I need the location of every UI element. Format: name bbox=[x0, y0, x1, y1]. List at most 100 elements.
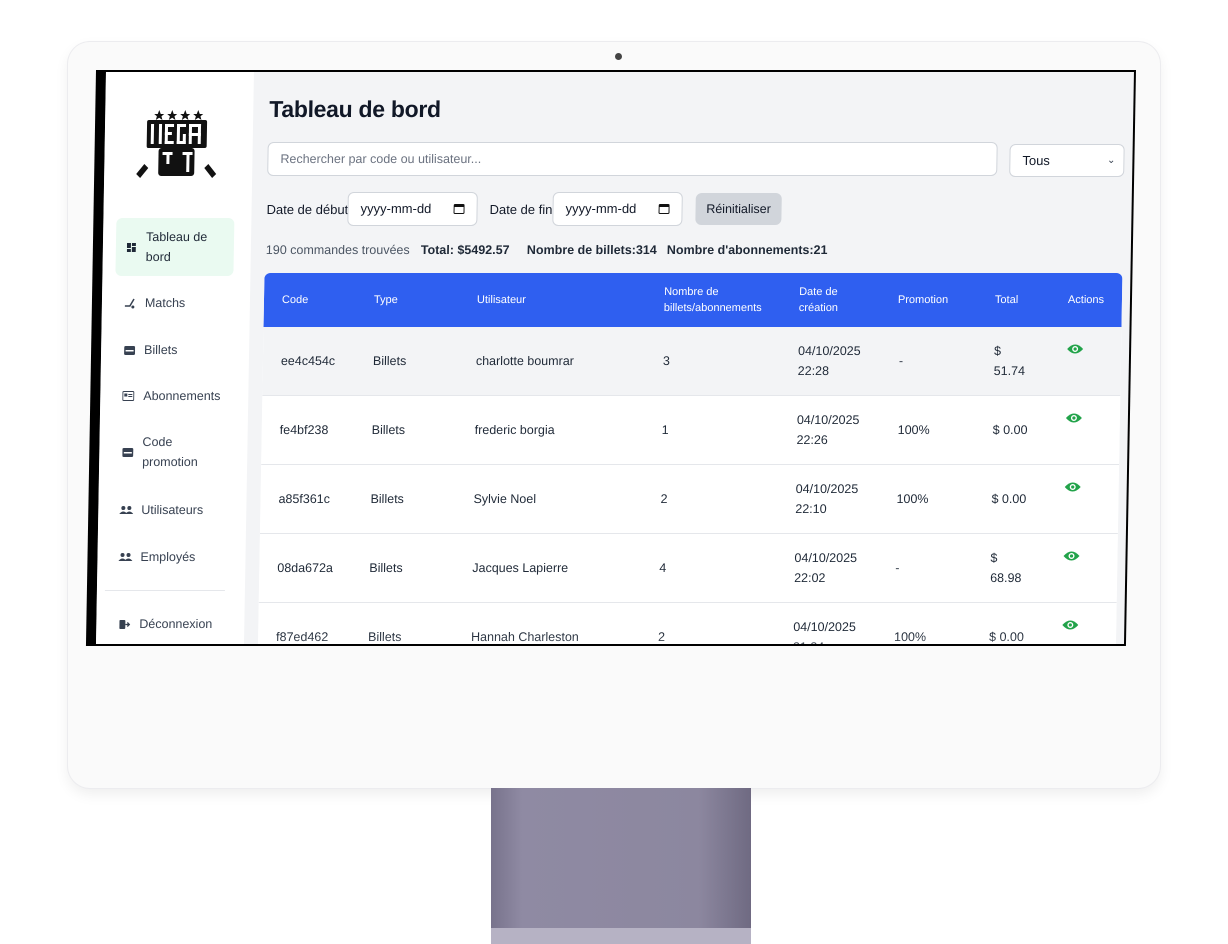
sidebar-item-code-promotion[interactable]: Code promotion bbox=[112, 430, 231, 474]
cell-promotion: - bbox=[895, 561, 900, 575]
table-row[interactable]: 08da672a Billets Jacques Lapierre 4 04/1… bbox=[258, 534, 1118, 603]
logout-button[interactable]: Déconnexion bbox=[109, 613, 227, 635]
end-date-input[interactable]: yyyy-mm-dd bbox=[552, 192, 683, 226]
cell-promotion: 100% bbox=[893, 630, 927, 644]
sidebar-item-employes[interactable]: Employés bbox=[110, 546, 228, 568]
logout-icon bbox=[117, 617, 131, 631]
cell-quantity: 4 bbox=[659, 561, 667, 575]
cell-code: a85f361c bbox=[278, 492, 331, 506]
sidebar: Tableau de bord Matchs Billets Abonnemen… bbox=[95, 72, 254, 644]
start-date-label: Date de début bbox=[266, 202, 349, 217]
start-date-value: yyyy-mm-dd bbox=[360, 201, 432, 216]
sidebar-item-utilisateurs[interactable]: Utilisateurs bbox=[111, 499, 229, 521]
sidebar-item-abonnements[interactable]: Abonnements bbox=[113, 385, 231, 407]
ticket-icon bbox=[120, 445, 134, 459]
orders-total: Total: $5492.57 bbox=[420, 243, 510, 257]
column-header-date[interactable]: Date de création bbox=[799, 273, 870, 327]
table-row[interactable]: a85f361c Billets Sylvie Noel 2 04/10/202… bbox=[259, 465, 1120, 534]
cell-user: Hannah Charleston bbox=[470, 630, 579, 644]
view-eye-icon[interactable] bbox=[1067, 343, 1084, 355]
chevron-down-icon: ⌄ bbox=[1106, 155, 1116, 166]
tickets-count: Nombre de billets:314 bbox=[526, 243, 657, 257]
sidebar-item-billets[interactable]: Billets bbox=[114, 339, 232, 361]
column-header-quantity[interactable]: Nombre de billets/abonnements bbox=[664, 273, 775, 327]
column-header-total[interactable]: Total bbox=[995, 273, 1019, 327]
cell-total: $ 0.00 bbox=[992, 423, 1028, 437]
sidebar-item-label: Utilisateurs bbox=[141, 503, 204, 517]
sidebar-item-label: Code promotion bbox=[142, 435, 198, 469]
cell-type: Billets bbox=[369, 561, 403, 575]
dashboard-icon bbox=[124, 240, 138, 254]
table-row[interactable]: fe4bf238 Billets frederic borgia 1 04/10… bbox=[261, 396, 1121, 465]
page-title: Tableau de bord bbox=[269, 96, 441, 122]
cell-code: f87ed462 bbox=[275, 630, 329, 644]
mega-jouet-logo bbox=[136, 110, 217, 178]
main-content: Tableau de bord Rechercher par code ou u… bbox=[244, 72, 1134, 644]
cell-date: 04/10/2025 22:02 bbox=[794, 551, 858, 585]
type-filter-select[interactable]: Tous ⌄ bbox=[1009, 144, 1125, 177]
type-filter-value: Tous bbox=[1022, 153, 1051, 168]
calendar-icon[interactable] bbox=[453, 203, 465, 214]
search-input[interactable]: Rechercher par code ou utilisateur... bbox=[267, 142, 998, 176]
cell-code: fe4bf238 bbox=[279, 423, 329, 437]
app-window: Tableau de bord Matchs Billets Abonnemen… bbox=[95, 72, 1134, 644]
view-eye-icon[interactable] bbox=[1064, 481, 1081, 493]
cell-quantity: 3 bbox=[662, 354, 670, 368]
start-date-input[interactable]: yyyy-mm-dd bbox=[347, 192, 478, 226]
column-header-type[interactable]: Type bbox=[374, 273, 399, 327]
cell-code: ee4c454c bbox=[280, 354, 336, 368]
end-date-value: yyyy-mm-dd bbox=[565, 201, 637, 216]
view-eye-icon[interactable] bbox=[1065, 412, 1082, 424]
cell-type: Billets bbox=[367, 630, 402, 644]
cell-date: 04/10/2025 21:34 bbox=[793, 620, 856, 644]
cell-user: frederic borgia bbox=[474, 423, 555, 437]
cell-promotion: - bbox=[898, 354, 904, 368]
sidebar-item-label: Matchs bbox=[144, 296, 186, 310]
hockey-stick-icon bbox=[123, 296, 137, 310]
cell-quantity: 2 bbox=[660, 492, 668, 506]
monitor-screen: Tableau de bord Matchs Billets Abonnemen… bbox=[85, 70, 1136, 646]
users-icon bbox=[118, 550, 133, 564]
card-icon bbox=[121, 389, 135, 403]
cell-type: Billets bbox=[372, 354, 407, 368]
sidebar-item-matchs[interactable]: Matchs bbox=[115, 292, 233, 314]
cell-type: Billets bbox=[370, 492, 404, 506]
cell-date: 04/10/2025 22:10 bbox=[795, 482, 859, 516]
reset-button[interactable]: Réinitialiser bbox=[695, 193, 782, 225]
cell-quantity: 2 bbox=[657, 630, 666, 644]
orders-table: Code Type Utilisateur Nombre de billets/… bbox=[257, 273, 1123, 644]
table-header: Code Type Utilisateur Nombre de billets/… bbox=[263, 273, 1123, 327]
end-date-label: Date de fin bbox=[489, 202, 553, 217]
cell-total: $ 51.74 bbox=[993, 344, 1026, 378]
cell-user: Sylvie Noel bbox=[473, 492, 537, 506]
monitor-stand bbox=[491, 788, 751, 944]
column-header-code[interactable]: Code bbox=[282, 273, 309, 327]
cell-user: charlotte boumrar bbox=[475, 354, 575, 368]
cell-total: $ 68.98 bbox=[990, 551, 1022, 585]
cell-date: 04/10/2025 22:28 bbox=[797, 344, 861, 378]
subscriptions-count: Nombre d'abonnements:21 bbox=[666, 243, 828, 257]
monitor-stand-base bbox=[491, 928, 751, 944]
view-eye-icon[interactable] bbox=[1062, 619, 1079, 631]
column-header-user[interactable]: Utilisateur bbox=[477, 273, 527, 327]
table-row[interactable]: f87ed462 Billets Hannah Charleston 2 04/… bbox=[257, 603, 1117, 644]
cell-quantity: 1 bbox=[661, 423, 669, 437]
sidebar-item-label: Tableau de bord bbox=[145, 230, 208, 264]
sidebar-divider bbox=[104, 590, 225, 591]
cell-date: 04/10/2025 22:26 bbox=[796, 413, 860, 447]
logout-label: Déconnexion bbox=[139, 617, 213, 631]
cell-user: Jacques Lapierre bbox=[472, 561, 569, 575]
ticket-icon bbox=[122, 343, 136, 357]
sidebar-item-label: Billets bbox=[143, 343, 178, 357]
column-header-promotion[interactable]: Promotion bbox=[898, 273, 949, 327]
table-row[interactable]: ee4c454c Billets charlotte boumrar 3 04/… bbox=[262, 327, 1122, 396]
view-eye-icon[interactable] bbox=[1063, 550, 1080, 562]
users-icon bbox=[119, 503, 134, 517]
sidebar-item-label: Abonnements bbox=[143, 389, 221, 403]
orders-count: 190 commandes trouvées bbox=[265, 243, 410, 257]
cell-total: $ 0.00 bbox=[991, 492, 1027, 506]
calendar-icon[interactable] bbox=[658, 203, 670, 214]
cell-total: $ 0.00 bbox=[988, 630, 1024, 644]
cell-code: 08da672a bbox=[277, 561, 334, 575]
sidebar-item-tableau-de-bord[interactable]: Tableau de bord bbox=[115, 218, 235, 276]
